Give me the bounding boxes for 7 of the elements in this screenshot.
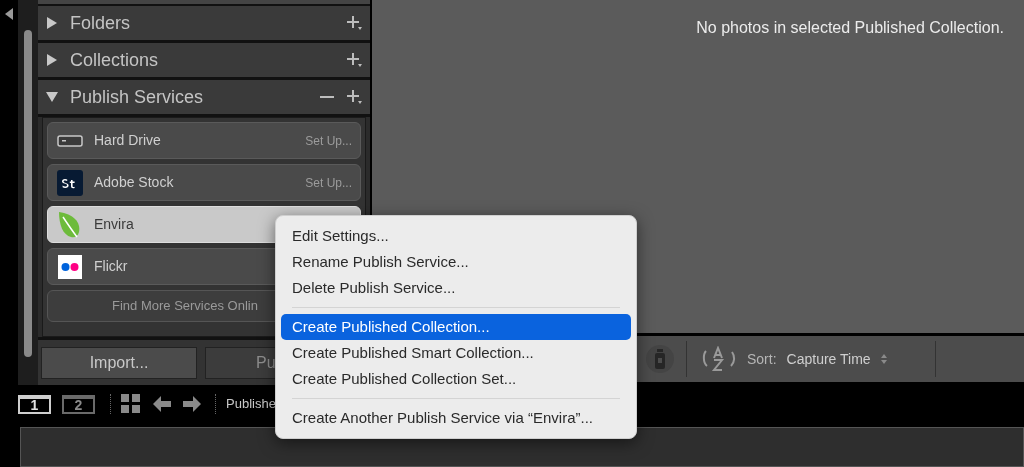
service-name: Hard Drive [94, 131, 161, 150]
empty-message: No photos in selected Published Collection. [696, 18, 1004, 38]
service-name: Adobe Stock [94, 173, 174, 192]
sort-label: Sort: [747, 349, 777, 369]
service-name: Envira [94, 215, 134, 234]
source-label: Publishe [226, 395, 276, 414]
service-name: Flickr [94, 257, 128, 276]
